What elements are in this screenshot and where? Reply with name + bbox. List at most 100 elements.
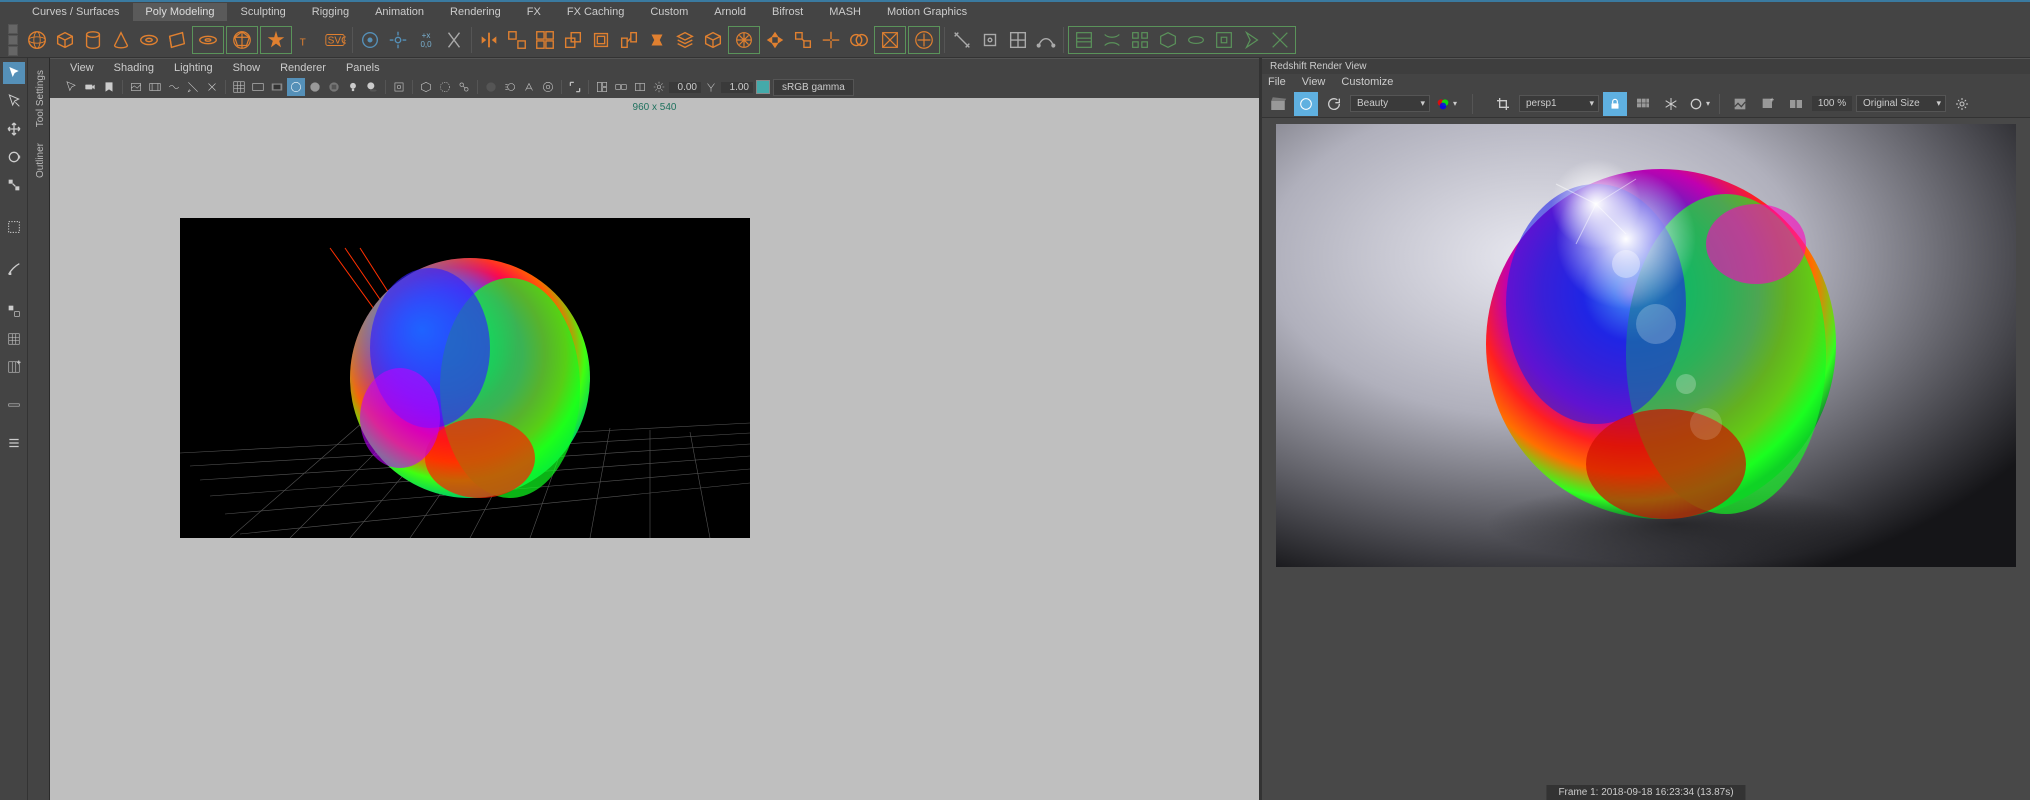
plane-icon[interactable] <box>164 27 190 53</box>
shelf-tab-rendering[interactable]: Rendering <box>438 3 513 21</box>
bridge-icon[interactable] <box>616 27 642 53</box>
viewport-menu-show[interactable]: Show <box>233 62 261 74</box>
smooth-icon[interactable] <box>700 27 726 53</box>
circle-icon[interactable]: ▾ <box>1687 92 1711 116</box>
resolution-gate-icon[interactable] <box>249 78 267 96</box>
multicut-icon[interactable] <box>949 27 975 53</box>
shelf-tab-poly-modeling[interactable]: Poly Modeling <box>133 3 226 21</box>
gamma-icon[interactable] <box>702 78 720 96</box>
combine-icon[interactable] <box>504 27 530 53</box>
cube-icon[interactable] <box>52 27 78 53</box>
type-icon[interactable]: T <box>294 27 320 53</box>
svg-icon[interactable]: SVG <box>322 27 348 53</box>
select-ring-icon[interactable] <box>1127 27 1153 53</box>
detach-icon[interactable] <box>818 27 844 53</box>
shelf-tab-curves-surfaces[interactable]: Curves / Surfaces <box>20 3 131 21</box>
separate-icon[interactable] <box>532 27 558 53</box>
shelf-tab-fx[interactable]: FX <box>515 3 553 21</box>
cone-icon[interactable] <box>108 27 134 53</box>
rgb-channels-icon[interactable]: ▾ <box>1434 92 1458 116</box>
dof-icon[interactable] <box>539 78 557 96</box>
select-constraint-icon[interactable] <box>1211 27 1237 53</box>
connect-icon[interactable] <box>1005 27 1031 53</box>
camera-dropdown[interactable]: persp1 <box>1519 95 1599 112</box>
viewport-menu-panels[interactable]: Panels <box>346 62 380 74</box>
edge-flow-icon[interactable] <box>1033 27 1059 53</box>
shadows-icon[interactable] <box>363 78 381 96</box>
cylinder-icon[interactable] <box>80 27 106 53</box>
film-gate-icon[interactable] <box>146 78 164 96</box>
shaded-icon[interactable] <box>306 78 324 96</box>
mirror-icon[interactable] <box>476 27 502 53</box>
select-tool[interactable] <box>3 62 25 84</box>
viewport-menu-lighting[interactable]: Lighting <box>174 62 213 74</box>
move-tool[interactable] <box>3 118 25 140</box>
snapshots-icon[interactable] <box>1631 92 1655 116</box>
image-plane-icon[interactable] <box>127 78 145 96</box>
pref-icon[interactable] <box>650 78 668 96</box>
sphere-icon[interactable] <box>24 27 50 53</box>
add-snapshot-icon[interactable]: + <box>1756 92 1780 116</box>
render-menu-customize[interactable]: Customize <box>1341 76 1393 88</box>
brush-tool[interactable] <box>3 258 25 280</box>
shrink-selection-icon[interactable] <box>1099 27 1125 53</box>
render-canvas[interactable] <box>1276 124 2016 567</box>
align-icon[interactable] <box>441 27 467 53</box>
coords-icon[interactable]: +x0,0 <box>413 27 439 53</box>
shelf-tab-mash[interactable]: MASH <box>817 3 873 21</box>
viewport-menu-view[interactable]: View <box>70 62 94 74</box>
render-menu-file[interactable]: File <box>1268 76 1286 88</box>
shelf-toggle-stack[interactable] <box>8 24 18 56</box>
srgb-gamma-button[interactable]: sRGB gamma <box>773 79 854 96</box>
quadrangulate-icon[interactable] <box>911 27 937 53</box>
xray-joints-icon[interactable] <box>455 78 473 96</box>
compare-icon[interactable] <box>1784 92 1808 116</box>
shelf-tab-bifrost[interactable]: Bifrost <box>760 3 815 21</box>
view-icon[interactable] <box>631 78 649 96</box>
save-image-icon[interactable] <box>1728 92 1752 116</box>
motion-blur-icon[interactable] <box>501 78 519 96</box>
wireframe-icon[interactable] <box>287 78 305 96</box>
settings-icon[interactable] <box>1950 92 1974 116</box>
triangulate-icon[interactable] <box>877 27 903 53</box>
select-similar-icon[interactable] <box>1267 27 1293 53</box>
viewport-canvas[interactable] <box>180 218 750 538</box>
lock-camera-icon[interactable] <box>1603 92 1627 116</box>
grid-icon[interactable] <box>230 78 248 96</box>
torus-icon[interactable] <box>136 27 162 53</box>
textured-icon[interactable] <box>325 78 343 96</box>
dolly-icon[interactable] <box>203 78 221 96</box>
gamma-value[interactable]: 1.00 <box>721 82 753 93</box>
snap-minus-tool[interactable] <box>3 394 25 416</box>
select-loop-icon[interactable] <box>1155 27 1181 53</box>
select-camera-icon[interactable] <box>62 78 80 96</box>
snap-icon[interactable] <box>385 27 411 53</box>
extrude-icon[interactable] <box>560 27 586 53</box>
shelf-tab-motion-graphics[interactable]: Motion Graphics <box>875 3 979 21</box>
size-dropdown[interactable]: Original Size <box>1856 95 1946 112</box>
visibility-tool[interactable] <box>3 300 25 322</box>
refresh-icon[interactable] <box>1322 92 1346 116</box>
list-tool[interactable] <box>3 432 25 454</box>
lights-icon[interactable] <box>344 78 362 96</box>
colmgmt-icon[interactable] <box>754 78 772 96</box>
bevel-icon[interactable] <box>588 27 614 53</box>
pivot-icon[interactable] <box>357 27 383 53</box>
track-icon[interactable] <box>165 78 183 96</box>
viewport-menu-shading[interactable]: Shading <box>114 62 154 74</box>
expand-icon[interactable] <box>566 78 584 96</box>
shelf-tab-animation[interactable]: Animation <box>363 3 436 21</box>
platonic-icon[interactable] <box>229 27 255 53</box>
shelf-tab-sculpting[interactable]: Sculpting <box>229 3 298 21</box>
render-menu-view[interactable]: View <box>1302 76 1326 88</box>
aa-icon[interactable] <box>520 78 538 96</box>
lasso-tool[interactable] <box>3 90 25 112</box>
disc-icon[interactable] <box>195 27 221 53</box>
target-weld-icon[interactable] <box>977 27 1003 53</box>
aov-dropdown[interactable]: Beauty <box>1350 95 1430 112</box>
collapse-icon[interactable] <box>762 27 788 53</box>
layout-icon[interactable] <box>593 78 611 96</box>
freeze-icon[interactable] <box>1659 92 1683 116</box>
star-icon[interactable] <box>263 27 289 53</box>
render-button[interactable] <box>1294 92 1318 116</box>
